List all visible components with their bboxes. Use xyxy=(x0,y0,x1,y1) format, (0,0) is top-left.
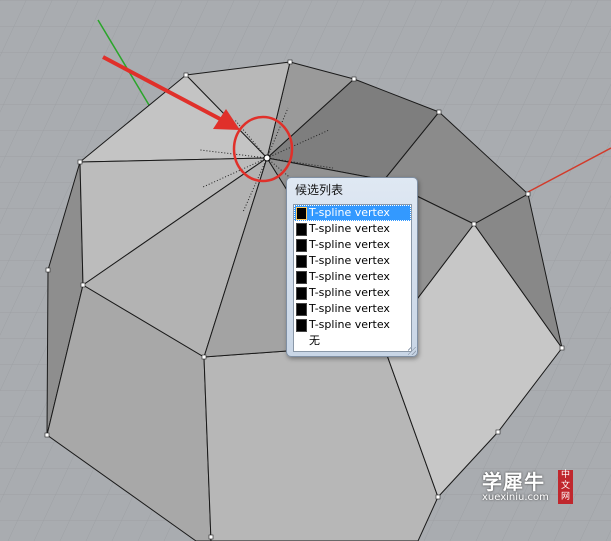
list-item-4[interactable]: T-spline vertex xyxy=(294,253,411,269)
object-color-icon xyxy=(296,239,307,252)
list-item-none[interactable]: 无 xyxy=(294,333,411,349)
list-item-label: T-spline vertex xyxy=(309,302,390,315)
watermark-logo: 学犀牛 xuexiniu.com 中文网 xyxy=(478,466,578,508)
object-color-icon xyxy=(296,319,307,332)
list-item-3[interactable]: T-spline vertex xyxy=(294,237,411,253)
watermark-url: xuexiniu.com xyxy=(482,492,549,503)
list-item-1[interactable]: T-spline vertex xyxy=(294,205,411,221)
list-item-label: T-spline vertex xyxy=(309,318,390,331)
list-item-label: T-spline vertex xyxy=(309,270,390,283)
list-item-label: T-spline vertex xyxy=(309,238,390,251)
list-item-label: T-spline vertex xyxy=(309,254,390,267)
object-color-icon xyxy=(296,287,307,300)
object-color-icon xyxy=(296,255,307,268)
object-color-icon xyxy=(296,207,307,220)
list-item-label: T-spline vertex xyxy=(309,286,390,299)
candidate-list[interactable]: T-spline vertex T-spline vertex T-spline… xyxy=(293,204,412,352)
object-color-icon xyxy=(296,223,307,236)
candidate-list-popup: 候选列表 T-spline vertex T-spline vertex T-s… xyxy=(286,177,418,357)
list-item-5[interactable]: T-spline vertex xyxy=(294,269,411,285)
none-option-label: 无 xyxy=(309,334,320,347)
watermark-text: 学犀牛 xyxy=(482,470,545,494)
list-item-2[interactable]: T-spline vertex xyxy=(294,221,411,237)
list-item-6[interactable]: T-spline vertex xyxy=(294,285,411,301)
list-item-label: T-spline vertex xyxy=(309,206,390,219)
watermark-badge: 中文网 xyxy=(558,470,573,504)
selected-vertex[interactable] xyxy=(263,154,271,162)
object-color-icon xyxy=(296,303,307,316)
object-color-icon xyxy=(296,271,307,284)
list-item-8[interactable]: T-spline vertex xyxy=(294,317,411,333)
list-item-7[interactable]: T-spline vertex xyxy=(294,301,411,317)
popup-title: 候选列表 xyxy=(295,183,344,197)
resize-grip-icon[interactable] xyxy=(408,347,416,355)
list-item-label: T-spline vertex xyxy=(309,222,390,235)
